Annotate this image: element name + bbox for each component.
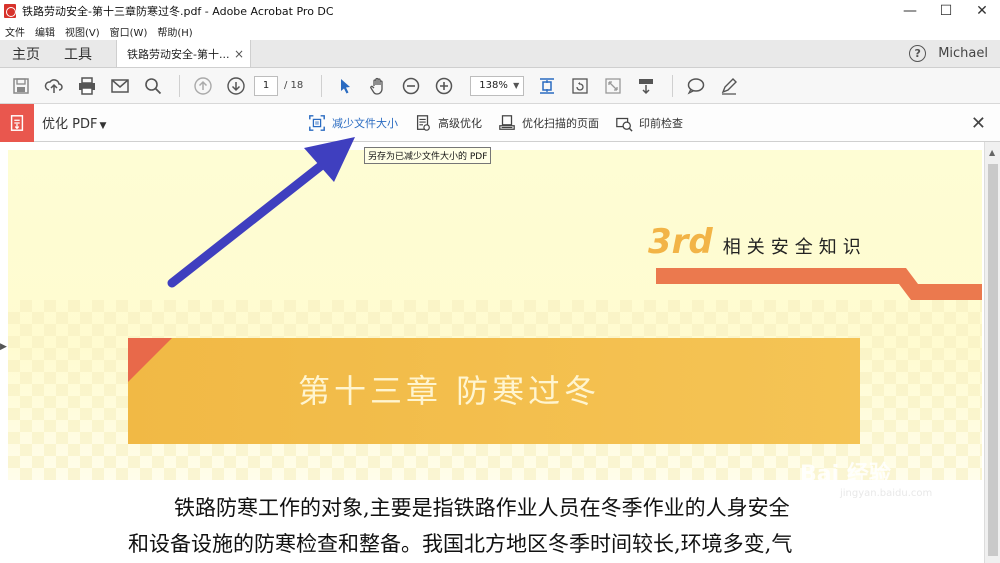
- tab-home[interactable]: 主页: [0, 40, 52, 67]
- zoom-select[interactable]: 138% ▼: [470, 75, 525, 96]
- print-icon[interactable]: [72, 71, 102, 101]
- optimize-pdf-bar: 优化 PDF ▼ 减少文件大小 高级优化 优化扫描的页面 印前检查 ✕: [0, 103, 1000, 142]
- window-title: 铁路劳动安全-第十三章防寒过冬.pdf - Adobe Acrobat Pro …: [22, 5, 334, 18]
- preflight-button[interactable]: 印前检查: [615, 114, 683, 132]
- main-toolbar: 1 / 18 138% ▼: [0, 68, 1000, 104]
- chapter-title: 第十三章 防寒过冬: [298, 372, 601, 410]
- window-controls: — ☐ ✕: [892, 0, 1000, 22]
- paragraph-line-2: 和设备设施的防寒检查和整备。我国北方地区冬季时间较长,环境多变,气: [128, 532, 793, 556]
- close-optimize-icon[interactable]: ✕: [971, 113, 986, 134]
- preflight-label: 印前检查: [639, 117, 683, 130]
- sign-pen-icon[interactable]: [714, 71, 744, 101]
- previous-page-icon[interactable]: [188, 71, 218, 101]
- zoom-out-icon[interactable]: [396, 71, 426, 101]
- pdf-page: 3rd 相关安全知识 第十三章 防寒过冬 铁路防寒工作的对象,主要是指铁路作业人…: [8, 150, 982, 563]
- title-bar: 铁路劳动安全-第十三章防寒过冬.pdf - Adobe Acrobat Pro …: [0, 0, 1000, 22]
- optimize-scanned-button[interactable]: 优化扫描的页面: [498, 114, 599, 132]
- section-label: 相关安全知识: [722, 237, 867, 258]
- fit-page-icon[interactable]: [532, 71, 562, 101]
- optimize-tools: 减少文件大小 高级优化 优化扫描的页面 印前检查: [308, 104, 699, 142]
- next-page-icon[interactable]: [221, 71, 251, 101]
- optimize-pdf-icon: [0, 103, 34, 142]
- left-panel-toggle-icon[interactable]: ▶: [0, 342, 7, 352]
- reduce-size-icon: [309, 115, 325, 131]
- close-window-button[interactable]: ✕: [964, 0, 1000, 22]
- vertical-scrollbar[interactable]: ▲: [984, 142, 1000, 563]
- optimize-pdf-title: 优化 PDF: [42, 117, 98, 132]
- paragraph-line-1: 铁路防寒工作的对象,主要是指铁路作业人员在冬季作业的人身安全: [174, 496, 790, 520]
- toolbar-divider: [321, 74, 323, 97]
- help-icon[interactable]: ?: [909, 45, 927, 62]
- tab-bar: 主页 工具 铁路劳动安全-第十... × ? Michael: [0, 40, 1000, 68]
- caret-down-icon: ▼: [99, 121, 107, 131]
- baidu-watermark: Bai 经验 jingyan.baidu.com: [800, 456, 932, 499]
- rotate-icon[interactable]: [565, 71, 595, 101]
- scroll-mode-icon[interactable]: [631, 71, 661, 101]
- optimize-pdf-menu[interactable]: 优化 PDF ▼: [42, 113, 106, 132]
- chevron-down-icon: ▼: [513, 81, 520, 90]
- save-icon[interactable]: [6, 71, 36, 101]
- email-icon[interactable]: [105, 71, 135, 101]
- section-number: 3rd: [648, 222, 713, 262]
- search-icon[interactable]: [138, 71, 168, 101]
- menu-edit[interactable]: 编辑: [30, 24, 60, 39]
- user-name[interactable]: Michael: [938, 46, 988, 61]
- maximize-button[interactable]: ☐: [928, 0, 964, 22]
- menu-help[interactable]: 帮助(H): [152, 24, 197, 39]
- reduce-file-size-label: 减少文件大小: [332, 117, 398, 130]
- upload-cloud-icon[interactable]: [39, 71, 69, 101]
- hand-tool-icon[interactable]: [363, 71, 393, 101]
- full-screen-icon[interactable]: [598, 71, 628, 101]
- body-paragraph: 铁路防寒工作的对象,主要是指铁路作业人员在冬季作业的人身安全 和设备设施的防寒检…: [128, 490, 888, 562]
- pdf-file-icon: [4, 4, 16, 18]
- scroll-up-icon[interactable]: ▲: [989, 148, 995, 157]
- comment-icon[interactable]: [681, 71, 711, 101]
- zoom-value: 138%: [479, 80, 508, 91]
- watermark-brand: Bai 经验: [800, 462, 891, 487]
- section-heading: 3rd 相关安全知识: [648, 222, 867, 262]
- menu-view[interactable]: 视图(V): [60, 24, 105, 39]
- tab-document[interactable]: 铁路劳动安全-第十... ×: [116, 40, 251, 67]
- menu-window[interactable]: 窗口(W): [105, 24, 153, 39]
- tab-tools[interactable]: 工具: [52, 40, 104, 67]
- menu-file[interactable]: 文件: [0, 24, 30, 39]
- toolbar-divider: [179, 74, 180, 97]
- watermark-url: jingyan.baidu.com: [840, 488, 933, 499]
- select-cursor-icon[interactable]: [330, 71, 360, 101]
- orange-stripe: [656, 268, 982, 300]
- advanced-optimize-label: 高级优化: [438, 117, 482, 130]
- page-number-input[interactable]: 1: [254, 75, 278, 96]
- zoom-in-icon[interactable]: [429, 71, 459, 101]
- document-view[interactable]: 3rd 相关安全知识 第十三章 防寒过冬 铁路防寒工作的对象,主要是指铁路作业人…: [0, 142, 984, 563]
- reduce-file-size-button[interactable]: 减少文件大小: [308, 114, 398, 132]
- preflight-icon: [616, 117, 633, 132]
- page-total: / 18: [284, 80, 304, 91]
- scrollbar-thumb[interactable]: [988, 164, 998, 556]
- menu-bar: 文件 编辑 视图(V) 窗口(W) 帮助(H): [0, 22, 1000, 40]
- banner-corner: [128, 338, 172, 382]
- advanced-optimize-button[interactable]: 高级优化: [414, 114, 482, 132]
- toolbar-divider: [672, 74, 674, 97]
- advanced-optimize-icon: [416, 115, 430, 131]
- optimize-scanned-label: 优化扫描的页面: [522, 117, 599, 130]
- optimize-scanned-icon: [499, 115, 515, 130]
- close-tab-icon[interactable]: ×: [234, 47, 244, 61]
- document-tab-label: 铁路劳动安全-第十...: [127, 47, 230, 61]
- minimize-button[interactable]: —: [892, 0, 928, 22]
- reduce-size-tooltip: 另存为已减少文件大小的 PDF: [364, 147, 492, 164]
